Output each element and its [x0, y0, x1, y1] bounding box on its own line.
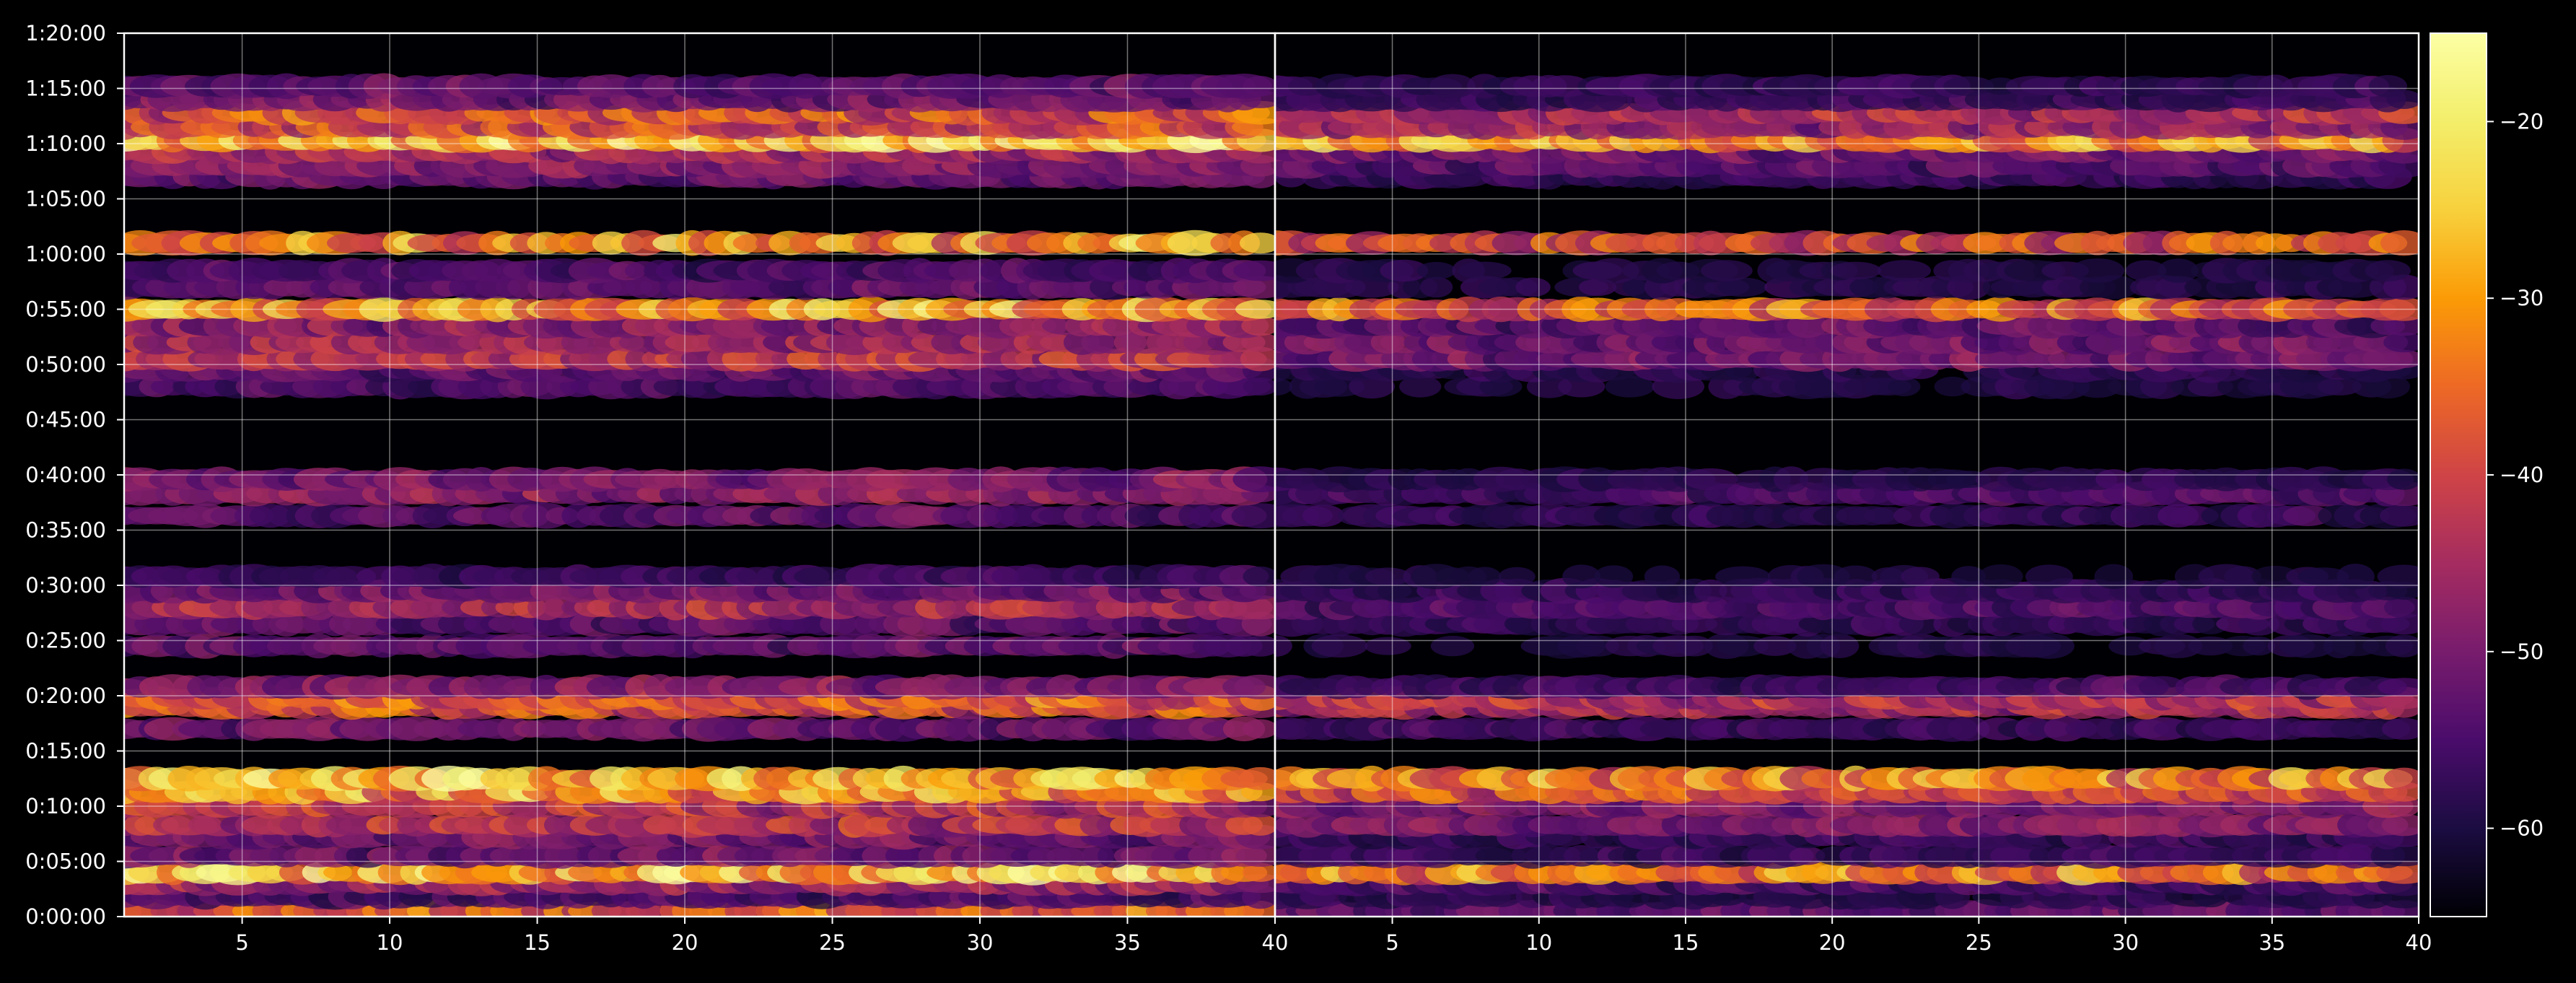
heat-cell — [2070, 258, 2125, 283]
heat-cell — [2377, 564, 2419, 589]
spectrogram-figure: 0:00:00 0:05:00 0:10:00 0:15:00 0:20:00 0:25:… — [0, 0, 2576, 983]
chart-canvas: 0:00:000:05:000:10:000:15:000:20:000:25:… — [25, 21, 2544, 955]
heat-cell — [1243, 719, 1275, 739]
heat-cell — [2380, 230, 2419, 256]
heat-cell — [2378, 678, 2419, 696]
heat-cell — [1430, 635, 1475, 657]
heat-cell — [1901, 567, 1940, 587]
heat-cell — [1830, 261, 1881, 280]
heat-cell — [1877, 260, 1931, 281]
heatmap-panel-right — [1275, 33, 2419, 917]
heat-cell — [1468, 567, 1502, 587]
heat-cell — [1515, 277, 1551, 297]
heat-cell — [1240, 635, 1275, 657]
heat-cell — [1701, 260, 1753, 281]
heat-cell — [1419, 276, 1453, 298]
heat-cell — [1715, 566, 1771, 587]
heat-cell — [2380, 504, 2419, 527]
heat-cell — [1498, 567, 1535, 586]
heat-cell — [1820, 634, 1859, 658]
heat-cell — [1683, 468, 1738, 491]
heat-cell — [1364, 637, 1411, 655]
heat-cell — [1243, 76, 1275, 97]
heat-cell — [1416, 261, 1456, 280]
heat-cell — [2387, 468, 2419, 490]
heat-cell — [2023, 633, 2075, 659]
heat-cell — [1311, 634, 1368, 658]
heat-cell — [1243, 566, 1275, 587]
heat-cell — [2385, 634, 2419, 657]
heat-cell — [2381, 717, 2419, 740]
heat-cell — [1594, 565, 1634, 588]
heat-cell — [2365, 260, 2411, 281]
heatmap-panel-left — [124, 33, 1275, 917]
heat-cell — [1834, 565, 1878, 588]
heat-cell — [1458, 261, 1512, 280]
heat-cell — [1644, 565, 1681, 588]
